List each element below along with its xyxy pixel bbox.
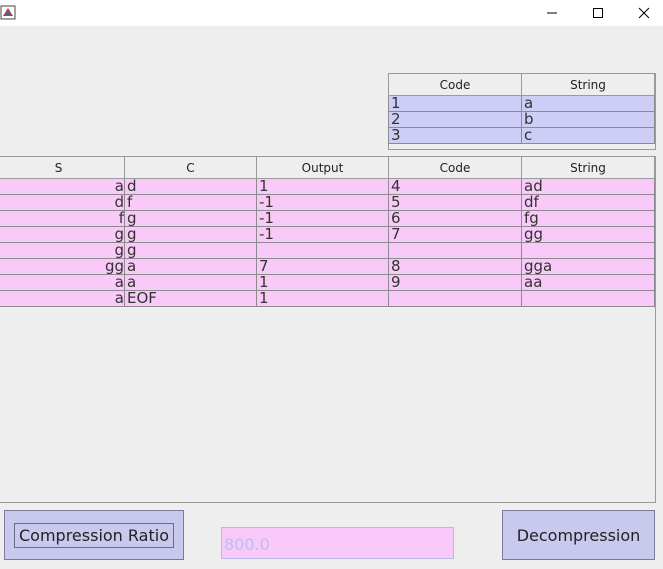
- minimize-icon: [547, 12, 557, 14]
- dict-header-code[interactable]: Code: [388, 73, 522, 96]
- table-row[interactable]: d f -1 5 df: [0, 194, 655, 211]
- table-cell[interactable]: a: [0, 290, 125, 307]
- compression-ratio-label: Compression Ratio: [14, 522, 174, 548]
- table-cell[interactable]: fg: [521, 210, 655, 227]
- table-cell[interactable]: 7: [388, 226, 522, 243]
- dict-cell[interactable]: a: [521, 95, 655, 112]
- header-s[interactable]: S: [0, 156, 125, 179]
- table-row[interactable]: g g -1 7 gg: [0, 226, 655, 243]
- table-cell[interactable]: ad: [521, 178, 655, 195]
- table-cell[interactable]: g: [124, 242, 257, 259]
- table-row[interactable]: gg a 7 8 gga: [0, 258, 655, 275]
- table-cell[interactable]: 1: [256, 178, 389, 195]
- table-cell[interactable]: aa: [521, 274, 655, 291]
- table-cell[interactable]: 4: [388, 178, 522, 195]
- java-app-icon: [0, 4, 17, 21]
- table-cell[interactable]: g: [124, 226, 257, 243]
- dict-cell[interactable]: b: [521, 111, 655, 128]
- table-cell[interactable]: a: [0, 178, 125, 195]
- table-row[interactable]: a EOF 1: [0, 290, 655, 307]
- table-cell[interactable]: d: [0, 194, 125, 211]
- table-row[interactable]: a a 1 9 aa: [0, 274, 655, 291]
- decompression-label: Decompression: [516, 525, 641, 545]
- dictionary-table: Code String 1 a 2 b 3 c: [388, 73, 655, 144]
- table-cell[interactable]: [521, 242, 655, 259]
- table-cell[interactable]: [256, 242, 389, 259]
- table-cell[interactable]: gg: [0, 258, 125, 275]
- table-cell[interactable]: EOF: [124, 290, 257, 307]
- header-code[interactable]: Code: [388, 156, 522, 179]
- dict-row[interactable]: 2 b: [388, 111, 655, 128]
- table-cell[interactable]: -1: [256, 194, 389, 211]
- dict-header-string[interactable]: String: [521, 73, 655, 96]
- table-cell[interactable]: 9: [388, 274, 522, 291]
- dict-row[interactable]: 3 c: [388, 127, 655, 144]
- table-cell[interactable]: g: [0, 242, 125, 259]
- title-bar: [0, 0, 663, 26]
- maximize-button[interactable]: [575, 0, 621, 26]
- table-cell[interactable]: gga: [521, 258, 655, 275]
- output-table: S C Output Code String a d 1 4 ad d f -1 5 df f g -1…: [0, 156, 655, 307]
- table-cell[interactable]: [388, 290, 522, 307]
- table-cell[interactable]: 8: [388, 258, 522, 275]
- table-cell[interactable]: a: [124, 274, 257, 291]
- dict-cell[interactable]: c: [521, 127, 655, 144]
- minimize-button[interactable]: [529, 0, 575, 26]
- dict-cell[interactable]: 1: [388, 95, 522, 112]
- table-cell[interactable]: 7: [256, 258, 389, 275]
- table-cell[interactable]: [521, 290, 655, 307]
- close-button[interactable]: [621, 0, 663, 26]
- table-row[interactable]: a d 1 4 ad: [0, 178, 655, 195]
- compression-ratio-field[interactable]: 800.0: [221, 527, 454, 559]
- table-cell[interactable]: a: [124, 258, 257, 275]
- dict-cell[interactable]: 2: [388, 111, 522, 128]
- header-string[interactable]: String: [521, 156, 655, 179]
- table-cell[interactable]: df: [521, 194, 655, 211]
- table-cell[interactable]: [388, 242, 522, 259]
- table-cell[interactable]: a: [0, 274, 125, 291]
- table-row[interactable]: f g -1 6 fg: [0, 210, 655, 227]
- table-cell[interactable]: g: [0, 226, 125, 243]
- table-cell[interactable]: -1: [256, 210, 389, 227]
- table-cell[interactable]: 6: [388, 210, 522, 227]
- table-cell[interactable]: d: [124, 178, 257, 195]
- table-cell[interactable]: gg: [521, 226, 655, 243]
- decompression-button[interactable]: Decompression: [502, 510, 655, 560]
- compression-ratio-button[interactable]: Compression Ratio: [4, 510, 184, 560]
- table-cell[interactable]: f: [124, 194, 257, 211]
- table-cell[interactable]: g: [124, 210, 257, 227]
- table-row[interactable]: gg: [0, 242, 655, 259]
- table-cell[interactable]: 1: [256, 290, 389, 307]
- header-c[interactable]: C: [124, 156, 257, 179]
- dict-row[interactable]: 1 a: [388, 95, 655, 112]
- dict-cell[interactable]: 3: [388, 127, 522, 144]
- table-cell[interactable]: f: [0, 210, 125, 227]
- table-cell[interactable]: 5: [388, 194, 522, 211]
- maximize-icon: [593, 8, 603, 18]
- table-cell[interactable]: 1: [256, 274, 389, 291]
- table-cell[interactable]: -1: [256, 226, 389, 243]
- close-icon: [638, 7, 650, 19]
- header-output[interactable]: Output: [256, 156, 389, 179]
